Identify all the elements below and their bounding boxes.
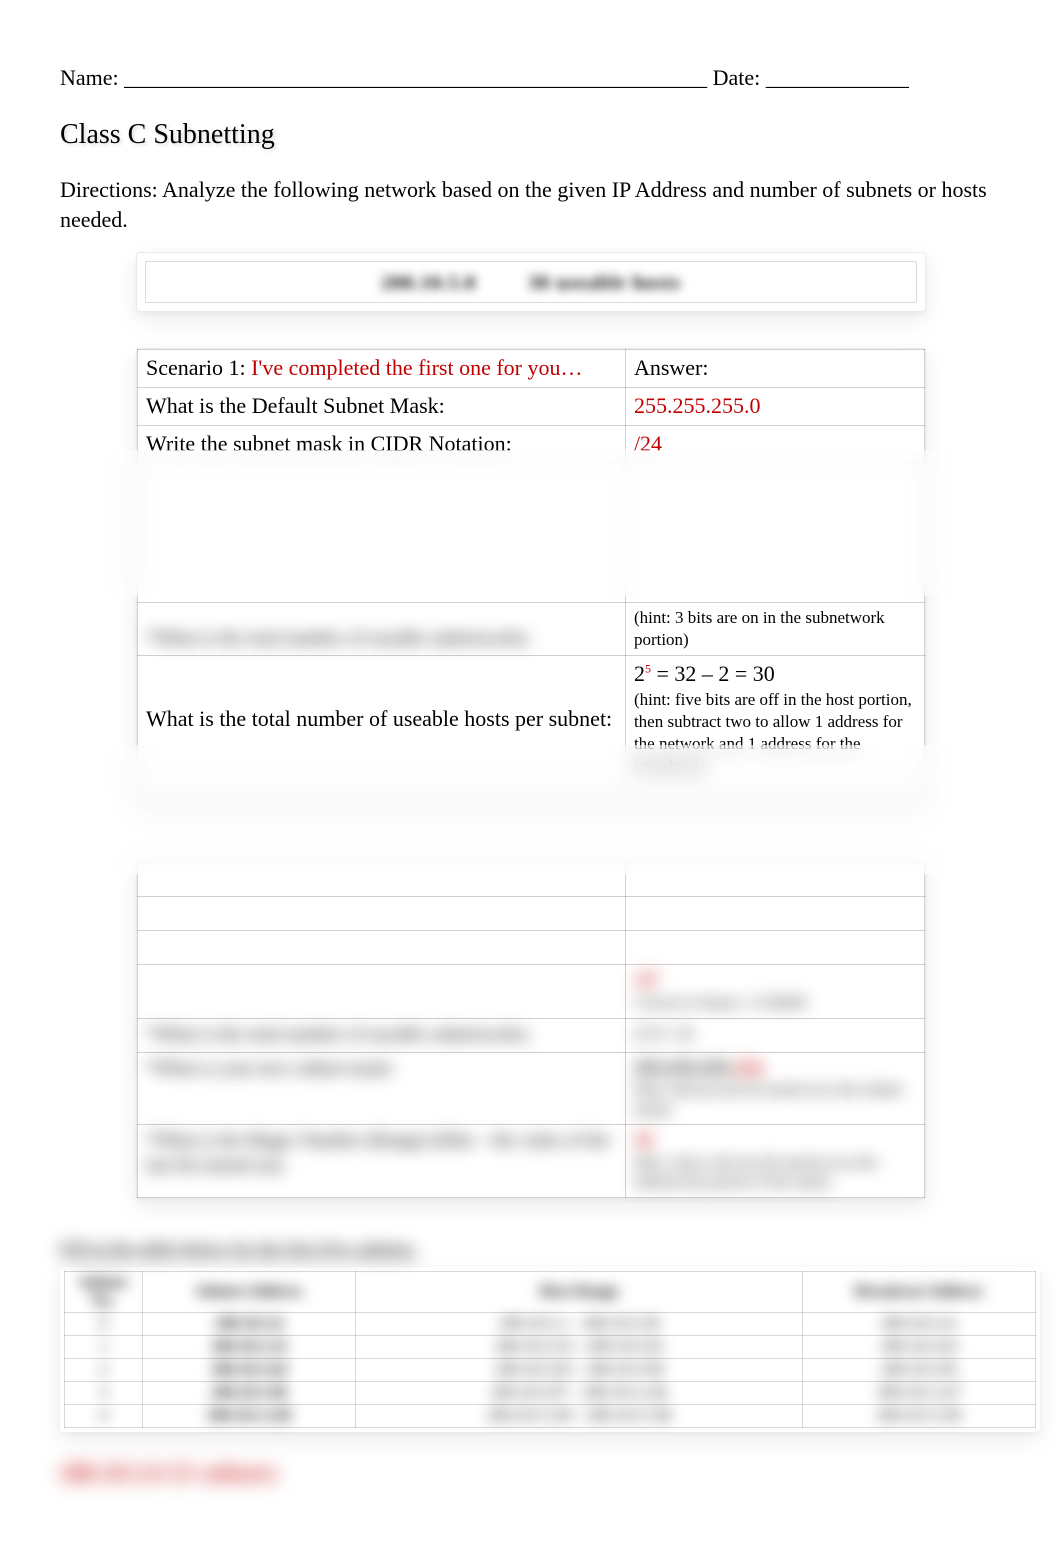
cell: 200.10.5.63 xyxy=(807,1338,1031,1356)
formula-base: 2 xyxy=(634,661,645,686)
question-magic: *What is the Magic Number (Range) (Hint … xyxy=(146,1129,617,1178)
mask-last-octet: 224 xyxy=(734,1058,763,1079)
name-date-line: Name: __________________________________… xyxy=(60,65,1002,91)
date-label: Date: xyxy=(713,65,761,90)
subnet-caption: Fill in the table below for the first fi… xyxy=(60,1239,1002,1261)
magic-answer: 32 xyxy=(634,1129,916,1154)
question-subnets-blur: *What is the total number of useable sub… xyxy=(146,627,617,652)
name-label: Name: xyxy=(60,65,119,90)
directions-text: Directions: Analyze the following networ… xyxy=(60,175,1002,234)
cell: 3 xyxy=(69,1384,138,1402)
subnet-table-section: Fill in the table below for the first fi… xyxy=(60,1239,1002,1432)
col-subnet-no: Subnet No. xyxy=(69,1274,138,1310)
answer-default-mask: 255.255.255.0 xyxy=(634,393,761,418)
table-row: What is the Default Subnet Mask: 255.255… xyxy=(138,387,925,425)
question-new-mask: *What is your new subnet mask: xyxy=(146,1057,617,1082)
cell: 200.10.5.65 – 200.10.5.94 xyxy=(360,1361,798,1379)
page-content: Name: __________________________________… xyxy=(0,0,1062,1486)
col-subnet-addr: Subnet Address xyxy=(147,1283,352,1301)
mask-prefix: 255.255.255. xyxy=(634,1058,734,1079)
cell: 200.10.5.159 xyxy=(807,1407,1031,1425)
table-row: /27 Convert to binary: 11100000 xyxy=(138,965,925,1018)
formula-rest: = 32 – 2 = 30 xyxy=(651,661,775,686)
date-blank: _____________ xyxy=(760,65,909,90)
footer-red-text: 200.10.5.0 25 subnets xyxy=(60,1460,1002,1486)
given-row: 200.10.5.0 30 useable hosts xyxy=(145,261,917,303)
cell: 200.10.5.32 xyxy=(147,1338,352,1356)
table-row: 4 200.10.5.128 200.10.5.129 – 200.10.5.1… xyxy=(65,1404,1036,1427)
cell: 4 xyxy=(69,1407,138,1425)
cell: 2 xyxy=(69,1361,138,1379)
scenario2-block: /27 Convert to binary: 11100000 *What is… xyxy=(136,861,926,1199)
question-subnets2: *What is the total number of useable sub… xyxy=(146,1023,617,1048)
table-row: 0 200.10.5.0 200.10.5.1 – 200.10.5.30 20… xyxy=(65,1312,1036,1335)
col-host-range: Host Range xyxy=(360,1283,798,1301)
answer-cidr: /24 xyxy=(634,431,662,456)
binary-hint: Convert to binary: 11100000 xyxy=(634,995,807,1011)
given-block: 200.10.5.0 30 useable hosts xyxy=(136,252,926,312)
question-default-mask: What is the Default Subnet Mask: xyxy=(146,393,445,418)
cell: 200.10.5.96 xyxy=(147,1384,352,1402)
table-row: *What is the total number of useable sub… xyxy=(138,603,925,656)
name-blank: ________________________________________… xyxy=(119,65,713,90)
table-row xyxy=(138,782,925,800)
cell: 200.10.5.95 xyxy=(807,1361,1031,1379)
cell: 200.10.5.33 – 200.10.5.62 xyxy=(360,1338,798,1356)
mask-hint: (hint: add up each bit turned on in the … xyxy=(634,1081,916,1120)
given-ip: 200.10.5.0 xyxy=(357,272,500,295)
table-row: Write the subnet mask in CIDR Notation: … xyxy=(138,425,925,463)
scenario1-block: Scenario 1: I've completed the first one… xyxy=(136,348,926,801)
col-broadcast: Broadcast Address xyxy=(807,1283,1031,1301)
subnet-table: Subnet No. Subnet Address Host Range Bro… xyxy=(64,1271,1036,1428)
cell: 200.10.5.129 – 200.10.5.158 xyxy=(360,1407,798,1425)
table-header-row: Subnet No. Subnet Address Host Range Bro… xyxy=(65,1271,1036,1312)
table-row: *What is the Magic Number (Range) (Hint … xyxy=(138,1125,925,1198)
ans-subnets2: 2^3 = 8 xyxy=(634,1023,916,1048)
table-row xyxy=(138,931,925,965)
given-req: 30 useable hosts xyxy=(504,272,705,295)
answer-header: Answer: xyxy=(634,355,709,380)
table-row: Scenario 1: I've completed the first one… xyxy=(138,350,925,388)
question-cidr: Write the subnet mask in CIDR Notation: xyxy=(146,431,512,456)
hint-subnets: (hint: 3 bits are on in the subnetwork p… xyxy=(634,607,916,651)
page-title: Class C Subnetting xyxy=(60,119,1002,151)
table-row: 3 200.10.5.96 200.10.5.97 – 200.10.5.126… xyxy=(65,1381,1036,1404)
cell: 200.10.5.127 xyxy=(807,1384,1031,1402)
cell: 200.10.5.97 – 200.10.5.126 xyxy=(360,1384,798,1402)
scenario-note: I've completed the first one for you… xyxy=(251,355,582,380)
cell: 200.10.5.31 xyxy=(807,1315,1031,1333)
table-row xyxy=(138,863,925,897)
table-row xyxy=(138,463,925,603)
scenario1-table: Scenario 1: I've completed the first one… xyxy=(137,349,925,800)
cell: 200.10.5.0 xyxy=(147,1315,352,1333)
question-hosts: What is the total number of useable host… xyxy=(146,706,612,731)
table-row: 1 200.10.5.32 200.10.5.33 – 200.10.5.62 … xyxy=(65,1335,1036,1358)
table-row: *What is the total number of useable sub… xyxy=(138,1018,925,1052)
table-row: What is the total number of useable host… xyxy=(138,656,925,782)
cell: 200.10.5.1 – 200.10.5.30 xyxy=(360,1315,798,1333)
table-row: *What is your new subnet mask: 255.255.2… xyxy=(138,1052,925,1125)
table-row: 2 200.10.5.64 200.10.5.65 – 200.10.5.94 … xyxy=(65,1358,1036,1381)
hint-hosts: (hint: five bits are off in the host por… xyxy=(634,689,916,777)
scenario-label: Scenario 1: xyxy=(146,355,251,380)
cell: 1 xyxy=(69,1338,138,1356)
cell: 200.10.5.128 xyxy=(147,1407,352,1425)
magic-hint: (hint: what is the last bit turned on in… xyxy=(634,1154,916,1193)
scenario2-table: /27 Convert to binary: 11100000 *What is… xyxy=(137,862,925,1198)
cell: 0 xyxy=(69,1315,138,1333)
table-row xyxy=(138,897,925,931)
cell: 200.10.5.64 xyxy=(147,1361,352,1379)
